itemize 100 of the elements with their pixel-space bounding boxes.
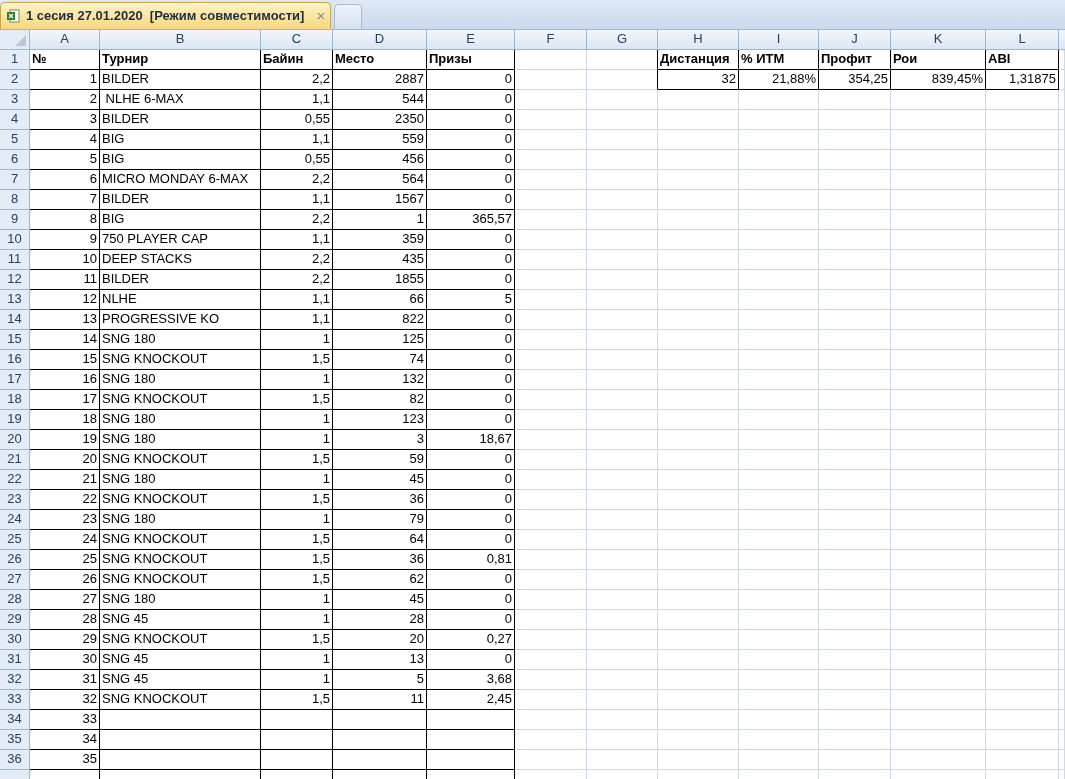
column-header[interactable]: J xyxy=(819,29,891,50)
column-header[interactable]: A xyxy=(30,29,100,50)
table-cell xyxy=(587,109,658,130)
column-header[interactable]: H xyxy=(658,29,739,50)
table-cell xyxy=(587,529,658,550)
column-header[interactable] xyxy=(1059,29,1065,50)
row-header[interactable]: 14 xyxy=(0,309,30,330)
table-cell xyxy=(515,489,587,510)
table-cell xyxy=(819,649,891,670)
table-cell: SNG KNOCKOUT xyxy=(100,689,261,710)
table-cell xyxy=(587,649,658,670)
row-header[interactable]: 6 xyxy=(0,149,30,170)
row-header[interactable]: 35 xyxy=(0,729,30,750)
table-cell xyxy=(819,89,891,110)
row-header[interactable]: 2 xyxy=(0,69,30,90)
table-cell: BIG xyxy=(100,129,261,150)
column-header[interactable]: L xyxy=(986,29,1059,50)
row-header[interactable]: 18 xyxy=(0,389,30,410)
row-header[interactable]: 30 xyxy=(0,629,30,650)
column-header[interactable]: C xyxy=(261,29,333,50)
table-cell: BILDER xyxy=(100,189,261,210)
row-header[interactable]: 27 xyxy=(0,569,30,590)
document-tab[interactable] xyxy=(334,3,363,29)
table-cell: SNG 180 xyxy=(100,589,261,610)
row-header[interactable]: 1 xyxy=(0,49,30,70)
table-cell: 3,68 xyxy=(427,669,515,690)
row-header[interactable]: 4 xyxy=(0,109,30,130)
table-cell xyxy=(819,709,891,730)
row-header[interactable]: 25 xyxy=(0,529,30,550)
row-header[interactable]: 13 xyxy=(0,289,30,310)
row-header[interactable]: 7 xyxy=(0,169,30,190)
table-cell: 16 xyxy=(30,369,100,390)
table-cell xyxy=(515,549,587,570)
table-cell: 0 xyxy=(427,469,515,490)
document-tab[interactable]: 1 сесия 27.01.2020 [Режим совместимости] × xyxy=(0,1,332,29)
table-cell: 79 xyxy=(333,509,427,530)
column-header[interactable]: G xyxy=(587,29,658,50)
table-cell xyxy=(515,709,587,730)
table-cell: 10 xyxy=(30,249,100,270)
row-header[interactable]: 8 xyxy=(0,189,30,210)
table-cell: 0 xyxy=(427,649,515,670)
column-header[interactable]: B xyxy=(100,29,261,50)
table-cell: 34 xyxy=(30,729,100,750)
table-cell: 2,45 xyxy=(427,689,515,710)
row-header[interactable]: 15 xyxy=(0,329,30,350)
table-cell xyxy=(587,269,658,290)
table-cell: 456 xyxy=(333,149,427,170)
row-header[interactable]: 23 xyxy=(0,489,30,510)
table-cell xyxy=(819,549,891,570)
table-cell: 1 xyxy=(261,589,333,610)
select-all-icon[interactable] xyxy=(15,34,26,46)
header-cell: Место xyxy=(333,49,427,70)
column-header[interactable]: D xyxy=(333,29,427,50)
column-header[interactable]: K xyxy=(891,29,986,50)
header-cell: Дистанция xyxy=(658,49,739,70)
row-header[interactable]: 20 xyxy=(0,429,30,450)
row-header[interactable]: 5 xyxy=(0,129,30,150)
table-cell: 15 xyxy=(30,349,100,370)
table-cell: 0 xyxy=(427,109,515,130)
table-cell xyxy=(515,589,587,610)
row-header[interactable]: 29 xyxy=(0,609,30,630)
table-cell: 25 xyxy=(30,549,100,570)
row-header[interactable]: 17 xyxy=(0,369,30,390)
row-header[interactable]: 10 xyxy=(0,229,30,250)
row-header[interactable]: 32 xyxy=(0,669,30,690)
row-header[interactable]: 22 xyxy=(0,469,30,490)
row-header[interactable]: 21 xyxy=(0,449,30,470)
row-header[interactable]: 33 xyxy=(0,689,30,710)
table-cell xyxy=(819,249,891,270)
table-cell xyxy=(819,689,891,710)
row-header[interactable]: 24 xyxy=(0,509,30,530)
column-header[interactable]: F xyxy=(515,29,587,50)
row-header[interactable]: 3 xyxy=(0,89,30,110)
table-cell xyxy=(587,69,658,90)
row-header[interactable]: 26 xyxy=(0,549,30,570)
table-cell xyxy=(587,49,658,70)
row-header[interactable]: 12 xyxy=(0,269,30,290)
table-cell: 31 xyxy=(30,669,100,690)
row-header[interactable]: 34 xyxy=(0,709,30,730)
row-header[interactable]: 11 xyxy=(0,249,30,270)
column-header[interactable]: E xyxy=(427,29,515,50)
table-cell: 0,55 xyxy=(261,109,333,130)
table-cell xyxy=(819,189,891,210)
column-header[interactable]: I xyxy=(739,29,819,50)
table-cell: 1,5 xyxy=(261,569,333,590)
row-header[interactable]: 16 xyxy=(0,349,30,370)
header-cell: Рои xyxy=(891,49,986,70)
table-cell: 0 xyxy=(427,589,515,610)
row-header[interactable]: 19 xyxy=(0,409,30,430)
table-cell xyxy=(587,589,658,610)
row-header[interactable]: 31 xyxy=(0,649,30,670)
spreadsheet-icon xyxy=(6,8,20,23)
row-header[interactable]: 28 xyxy=(0,589,30,610)
table-cell: 2,2 xyxy=(261,69,333,90)
row-header[interactable]: 36 xyxy=(0,749,30,770)
row-header[interactable]: 9 xyxy=(0,209,30,230)
table-cell: 0 xyxy=(427,409,515,430)
header-cell: Турнир xyxy=(100,49,261,70)
table-cell: 14 xyxy=(30,329,100,350)
table-cell: 750 PLAYER CAP xyxy=(100,229,261,250)
